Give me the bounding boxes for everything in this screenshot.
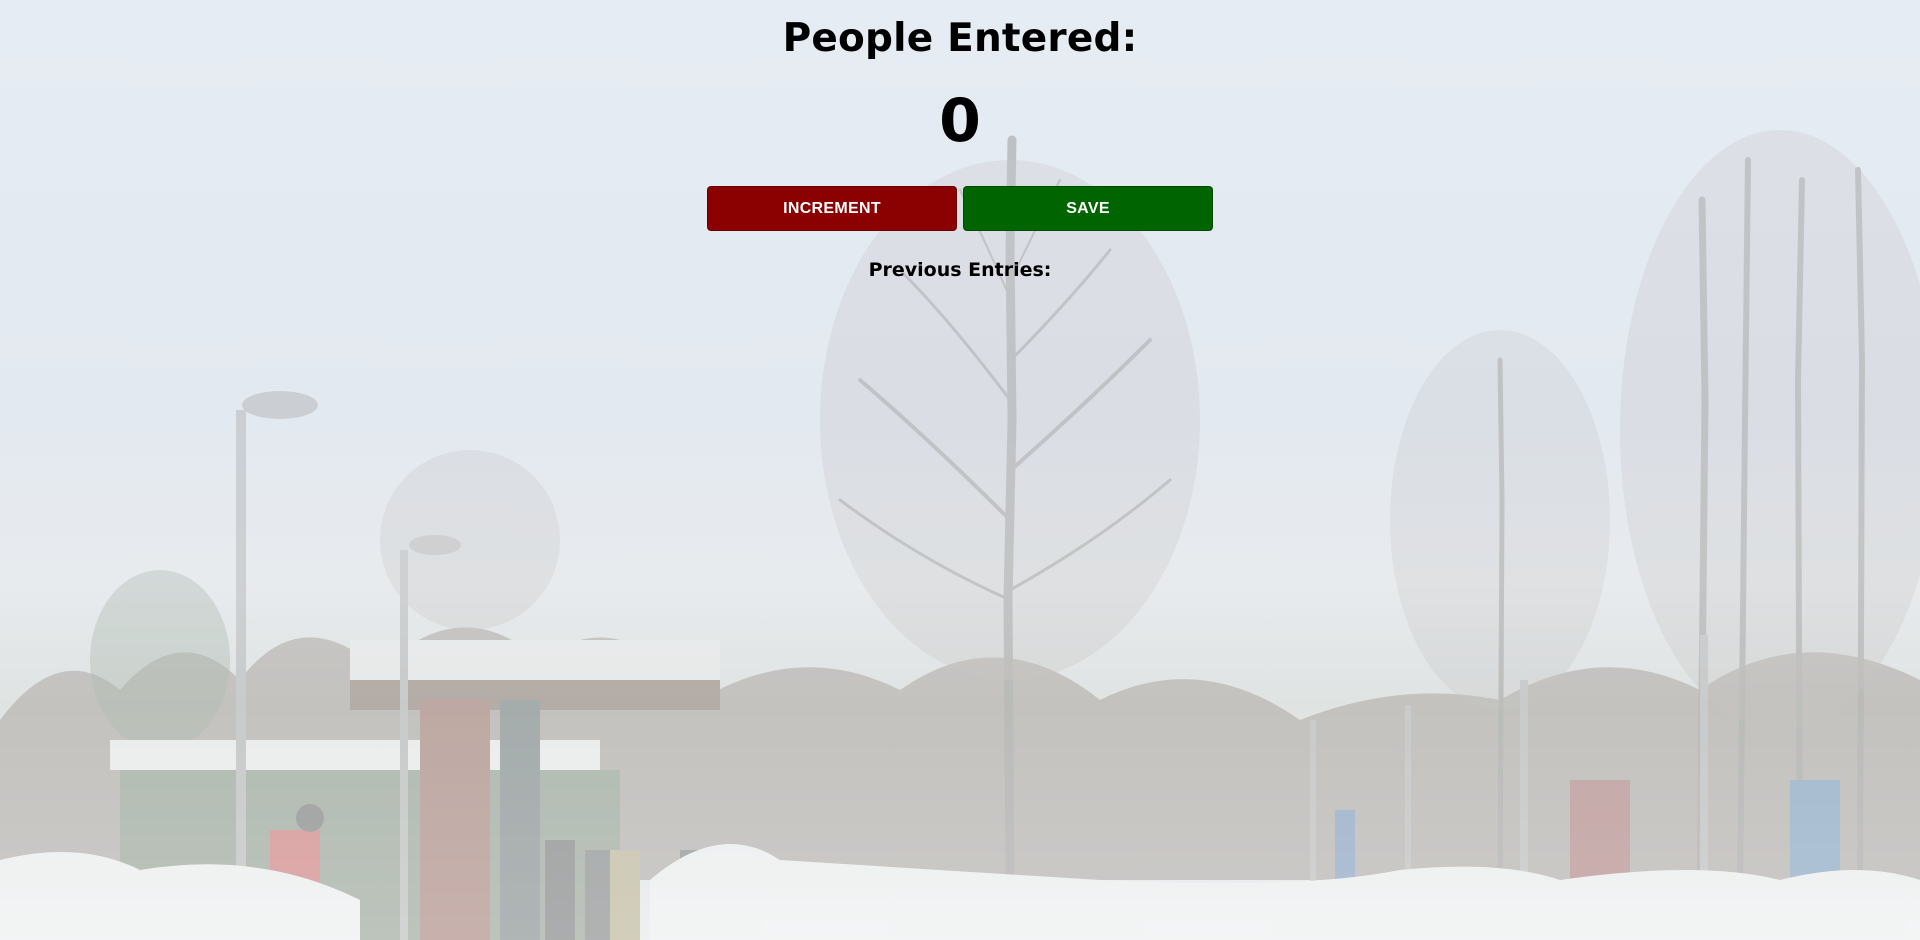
save-button[interactable]: SAVE: [963, 186, 1213, 231]
button-row: INCREMENT SAVE: [707, 186, 1214, 231]
people-count: 0: [939, 86, 981, 156]
people-entered-title: People Entered:: [782, 16, 1138, 61]
previous-entries-heading: Previous Entries:: [868, 259, 1052, 281]
increment-button[interactable]: INCREMENT: [707, 186, 957, 231]
